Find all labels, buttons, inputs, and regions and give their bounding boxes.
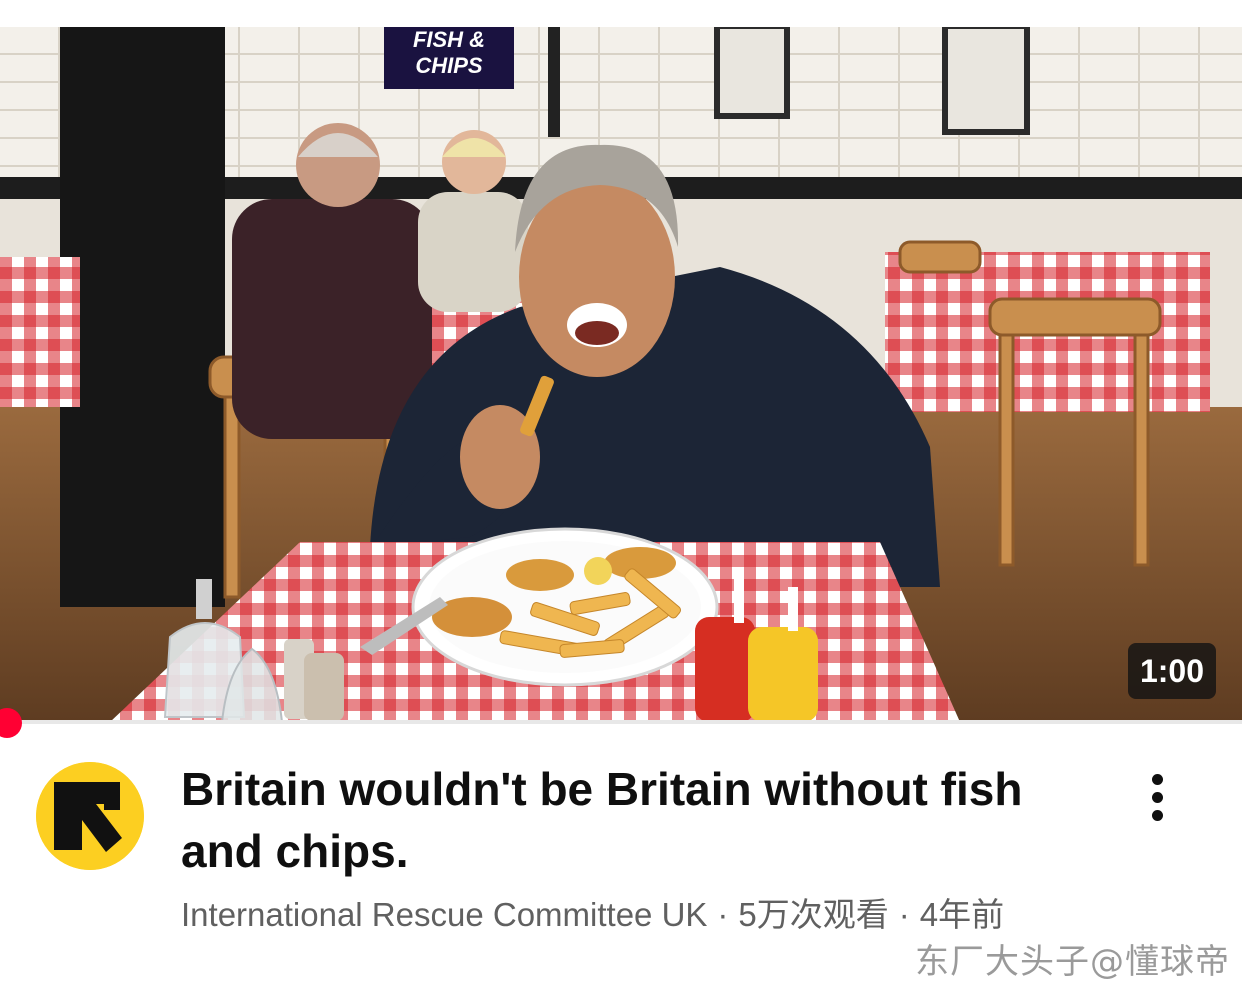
more-options-button[interactable] (1138, 772, 1178, 824)
view-count: 5万次观看 (738, 896, 889, 933)
duration-badge: 1:00 (1127, 643, 1216, 699)
sign-text-line-2: CHIPS (415, 53, 483, 78)
video-metadata: International Rescue Committee UK · 5万次观看 ·… (181, 890, 1111, 939)
upload-age: 4年前 (919, 896, 1005, 933)
meta-separator: · (898, 896, 910, 933)
channel-name[interactable]: International Rescue Committee UK (181, 896, 707, 933)
video-title[interactable]: Britain wouldn't be Britain without fish… (181, 758, 1081, 882)
watch-progress-bar (0, 720, 1242, 724)
top-spacer (0, 0, 1242, 27)
thumbnail-image: FISH & CHIPS (0, 27, 1242, 722)
dot-icon (1152, 810, 1163, 821)
channel-avatar[interactable] (36, 762, 144, 870)
video-card: FISH & CHIPS 1:00 Britain wouldn't be Br… (0, 0, 1242, 989)
meta-separator: · (717, 896, 729, 933)
sign-text-line-1: FISH & (413, 27, 485, 52)
video-thumbnail[interactable]: FISH & CHIPS 1:00 (0, 27, 1242, 722)
irc-logo-icon (36, 762, 144, 870)
dot-icon (1152, 774, 1163, 785)
watermark-text: 东厂大头子@懂球帝 (915, 942, 1230, 982)
dot-icon (1152, 792, 1163, 803)
